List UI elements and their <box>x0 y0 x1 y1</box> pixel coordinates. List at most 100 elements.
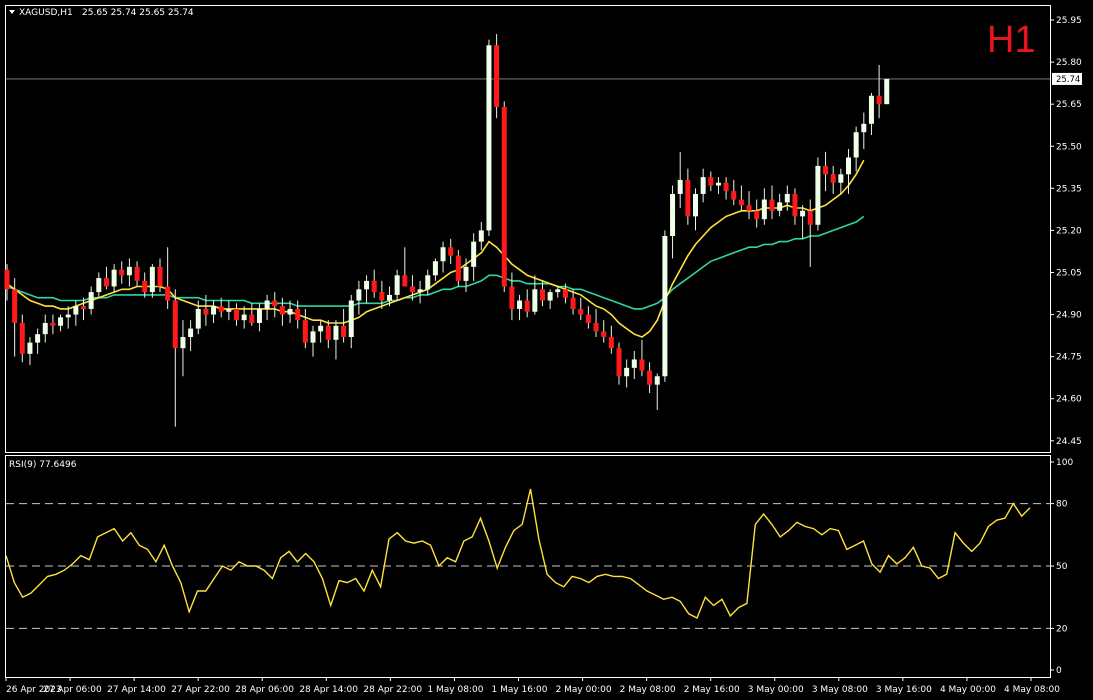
candle <box>471 233 477 281</box>
candle <box>249 303 255 326</box>
candle-body <box>218 306 224 312</box>
candle <box>356 280 362 315</box>
candle <box>440 241 446 273</box>
candle-body <box>81 306 86 309</box>
rsi-axis: 100 80 50 20 0 <box>1050 458 1073 676</box>
candle <box>677 151 683 208</box>
main-panel-frame <box>5 5 1051 453</box>
candle-body <box>180 336 186 349</box>
candle <box>777 193 783 217</box>
candle-body <box>555 289 561 293</box>
candle <box>884 78 890 105</box>
candle-body <box>494 45 500 107</box>
price-tick-label: 24.75 <box>1056 353 1082 363</box>
timeframe-label: H1 <box>987 19 1036 61</box>
candle-body <box>654 376 660 385</box>
candle-body <box>593 322 599 332</box>
candle-body <box>884 78 890 105</box>
candle-body <box>524 300 530 312</box>
candle-body <box>761 199 767 220</box>
candle-body <box>325 325 331 340</box>
candle-body <box>287 308 293 315</box>
candle-body <box>792 193 798 217</box>
candle-body <box>608 336 614 349</box>
candle-body <box>172 300 178 349</box>
candle-body <box>700 177 706 194</box>
candle <box>448 238 454 265</box>
candle <box>593 308 599 337</box>
candle <box>494 34 500 119</box>
candle-body <box>103 278 109 287</box>
candle <box>325 320 331 349</box>
price-tick-label: 24.45 <box>1056 437 1082 447</box>
candle <box>149 264 155 298</box>
candle-body <box>432 261 438 276</box>
candle <box>708 171 714 192</box>
candle-body <box>440 247 446 262</box>
candle <box>670 185 676 259</box>
rsi-label: RSI(9) 77.6496 <box>9 460 77 470</box>
time-tick-label: 27 Apr 14:00 <box>107 685 166 695</box>
candle <box>746 191 752 220</box>
candle <box>647 362 653 394</box>
time-tick-label: 2 May 08:00 <box>620 685 676 695</box>
candle-body <box>27 342 33 354</box>
candle-body <box>624 367 630 377</box>
candle <box>876 64 882 119</box>
candle <box>73 300 79 326</box>
candle-body <box>371 280 377 293</box>
candle-body <box>42 322 48 335</box>
candle-body <box>685 179 691 217</box>
candle-body <box>601 331 607 337</box>
candle-body <box>318 325 324 332</box>
time-tick-label: 1 May 08:00 <box>427 685 483 695</box>
candle-body <box>585 314 591 323</box>
candle <box>616 342 622 385</box>
candle <box>555 286 561 298</box>
time-tick-label: 3 May 08:00 <box>812 685 868 695</box>
candle <box>279 297 285 326</box>
candle <box>394 269 400 301</box>
candle-body <box>126 266 132 276</box>
candle <box>371 269 377 298</box>
candle <box>547 289 553 309</box>
candle <box>19 314 25 363</box>
candle <box>35 328 41 354</box>
candle <box>830 165 836 194</box>
candle <box>348 294 354 349</box>
candle <box>302 308 308 349</box>
candle-body <box>723 182 729 192</box>
candle <box>861 112 867 150</box>
rsi-series-line <box>5 488 1031 619</box>
candle <box>272 292 278 318</box>
candle <box>234 303 239 326</box>
current-price-value: 25.74 <box>1056 75 1080 85</box>
candle <box>601 320 607 343</box>
rsi-tick-label: 0 <box>1056 666 1062 676</box>
time-tick-label: 27 Apr 22:00 <box>171 685 230 695</box>
time-axis: 26 Apr 202327 Apr 06:00 27 Apr 14:00 27 Ap… <box>5 677 1060 695</box>
candle-body <box>356 289 362 301</box>
candle <box>486 39 492 237</box>
candle <box>111 264 117 293</box>
candle-body <box>463 266 469 281</box>
candle-body <box>777 202 783 211</box>
candle-body <box>471 241 477 267</box>
candle-body <box>509 286 515 309</box>
symbol-header[interactable]: XAGUSD,H1 25.65 25.74 25.65 25.74 <box>9 8 194 18</box>
dropdown-triangle-icon[interactable] <box>9 10 15 14</box>
candle-body <box>417 289 423 293</box>
time-tick-label: 28 Apr 22:00 <box>363 685 422 695</box>
candle <box>715 177 721 194</box>
candle <box>12 278 18 357</box>
candle <box>654 373 660 410</box>
price-chart[interactable]: 25.95 25.80 25.65 25.50 25.35 25.20 25.05 24.90… <box>0 0 1093 700</box>
candle <box>211 300 217 323</box>
candle-body <box>364 280 370 290</box>
candle-body <box>731 191 737 200</box>
time-tick-label: 2 May 00:00 <box>556 685 612 695</box>
candle <box>256 303 262 332</box>
candle <box>517 294 523 321</box>
candle <box>318 320 324 343</box>
candle <box>501 101 507 293</box>
